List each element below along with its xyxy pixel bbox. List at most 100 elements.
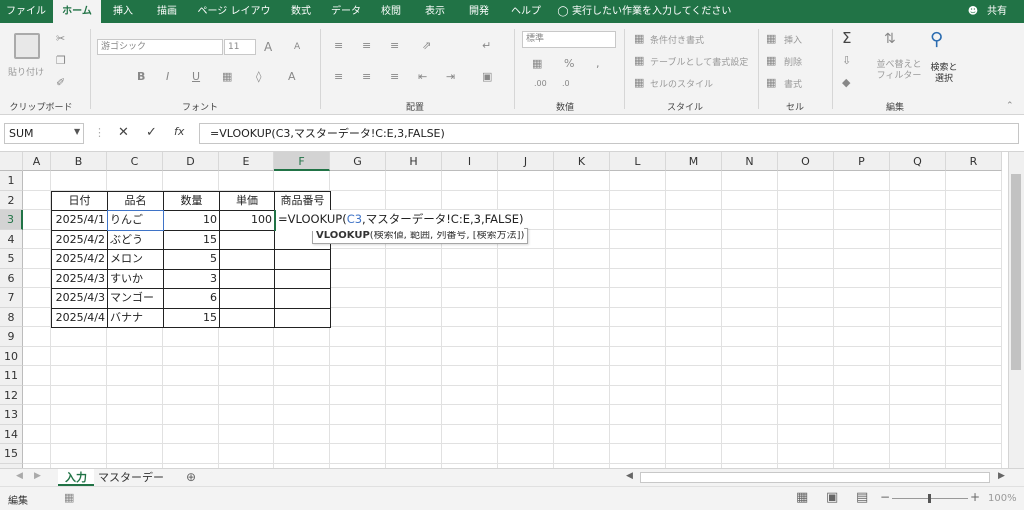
tab-developer[interactable]: 開発 bbox=[462, 0, 496, 23]
increase-indent-icon[interactable]: ⇥ bbox=[446, 70, 455, 83]
grid-cell[interactable] bbox=[23, 249, 51, 269]
font-color-icon[interactable]: A bbox=[288, 70, 296, 83]
grid-cell[interactable] bbox=[722, 210, 778, 230]
grid-cell[interactable] bbox=[23, 385, 51, 405]
sort-filter-button[interactable]: 並べ替えと フィルター bbox=[876, 60, 922, 82]
tab-file[interactable]: ファイル bbox=[4, 0, 48, 23]
header-date[interactable]: 日付 bbox=[51, 190, 108, 211]
grid-cell[interactable] bbox=[107, 385, 163, 405]
grid-cell[interactable] bbox=[330, 385, 386, 405]
cell-styles-button[interactable]: セルのスタイル bbox=[650, 77, 713, 90]
decrease-font-icon[interactable]: A bbox=[294, 42, 300, 52]
wrap-text-icon[interactable]: ↵ bbox=[482, 39, 491, 52]
page-layout-view-icon[interactable]: ▣ bbox=[826, 490, 838, 505]
grid-cell[interactable] bbox=[946, 288, 1002, 308]
grid-cell[interactable] bbox=[107, 346, 163, 366]
cell-product-no[interactable] bbox=[274, 249, 331, 270]
grid-cell[interactable] bbox=[722, 268, 778, 288]
grid-cell[interactable] bbox=[51, 346, 107, 366]
grid-cell[interactable] bbox=[498, 327, 554, 347]
grid-cell[interactable] bbox=[274, 385, 330, 405]
grid-cell[interactable] bbox=[890, 249, 946, 269]
grid-cell[interactable] bbox=[498, 346, 554, 366]
grid-cell[interactable] bbox=[330, 424, 386, 444]
grid-cell[interactable] bbox=[610, 444, 666, 464]
orientation-icon[interactable]: ⇗ bbox=[422, 39, 431, 52]
grid-cell[interactable] bbox=[610, 424, 666, 444]
tab-help[interactable]: ヘルプ bbox=[506, 0, 546, 23]
grid-cell[interactable] bbox=[51, 385, 107, 405]
grid-cell[interactable] bbox=[442, 424, 498, 444]
grid-cell[interactable] bbox=[890, 444, 946, 464]
grid-cell[interactable] bbox=[442, 190, 498, 210]
grid-cell[interactable] bbox=[274, 444, 330, 464]
format-painter-icon[interactable]: ✐ bbox=[56, 76, 65, 89]
percent-button[interactable]: % bbox=[564, 57, 574, 70]
grid-cell[interactable] bbox=[946, 424, 1002, 444]
worksheet-grid[interactable]: ABCDEFGHIJKLMNOPQR1234567891011121314151… bbox=[0, 152, 1024, 468]
sort-filter-icon[interactable]: ⇅ bbox=[884, 31, 896, 47]
grid-cell[interactable] bbox=[23, 268, 51, 288]
cell-product-no[interactable] bbox=[274, 268, 331, 289]
grid-cell[interactable] bbox=[442, 385, 498, 405]
grid-cell[interactable] bbox=[610, 288, 666, 308]
vertical-scrollbar-thumb[interactable] bbox=[1011, 174, 1021, 370]
grid-cell[interactable] bbox=[442, 444, 498, 464]
grid-cell[interactable] bbox=[554, 190, 610, 210]
column-header[interactable]: G bbox=[330, 152, 386, 171]
grid-cell[interactable] bbox=[330, 366, 386, 386]
grid-cell[interactable] bbox=[554, 385, 610, 405]
grid-cell[interactable] bbox=[386, 171, 442, 191]
header-qty[interactable]: 数量 bbox=[163, 190, 220, 211]
grid-cell[interactable] bbox=[386, 366, 442, 386]
grid-cell[interactable] bbox=[666, 249, 722, 269]
grid-cell[interactable] bbox=[442, 405, 498, 425]
grid-cell[interactable] bbox=[386, 268, 442, 288]
cell-item[interactable]: バナナ bbox=[107, 307, 164, 328]
grid-cell[interactable] bbox=[554, 210, 610, 230]
grid-cell[interactable] bbox=[834, 307, 890, 327]
grid-cell[interactable] bbox=[51, 405, 107, 425]
cell-date[interactable]: 2025/4/2 bbox=[51, 249, 108, 270]
grid-cell[interactable] bbox=[23, 171, 51, 191]
grid-cell[interactable] bbox=[666, 424, 722, 444]
grid-cell[interactable] bbox=[442, 346, 498, 366]
column-header[interactable]: M bbox=[666, 152, 722, 171]
fill-icon[interactable]: ⇩ bbox=[842, 54, 851, 67]
header-item[interactable]: 品名 bbox=[107, 190, 164, 211]
hscroll-right-icon[interactable]: ▶ bbox=[998, 471, 1005, 481]
row-header[interactable]: 13 bbox=[0, 405, 23, 425]
grid-cell[interactable] bbox=[890, 405, 946, 425]
merge-center-icon[interactable]: ▣ bbox=[482, 70, 492, 83]
delete-cells-button[interactable]: 削除 bbox=[784, 55, 802, 68]
row-header[interactable]: 4 bbox=[0, 229, 23, 249]
grid-cell[interactable] bbox=[554, 229, 610, 249]
font-name-select[interactable]: 游ゴシック bbox=[97, 39, 223, 55]
chevron-down-icon[interactable]: ▼ bbox=[74, 127, 80, 136]
zoom-out-icon[interactable]: − bbox=[880, 490, 890, 504]
grid-cell[interactable] bbox=[163, 405, 219, 425]
italic-button[interactable]: I bbox=[166, 70, 169, 83]
collapse-ribbon-icon[interactable]: ⌃ bbox=[1006, 101, 1014, 111]
grid-cell[interactable] bbox=[554, 327, 610, 347]
decrease-indent-icon[interactable]: ⇤ bbox=[418, 70, 427, 83]
grid-cell[interactable] bbox=[778, 366, 834, 386]
cell-qty[interactable]: 6 bbox=[163, 288, 220, 309]
grid-cell[interactable] bbox=[23, 190, 51, 210]
grid-cell[interactable] bbox=[274, 366, 330, 386]
share-button[interactable]: 共有 bbox=[982, 0, 1012, 23]
insert-cells-button[interactable]: 挿入 bbox=[784, 33, 802, 46]
grid-cell[interactable] bbox=[666, 171, 722, 191]
tab-draw[interactable]: 描画 bbox=[150, 0, 184, 23]
column-header[interactable]: K bbox=[554, 152, 610, 171]
zoom-slider-thumb[interactable] bbox=[928, 494, 931, 503]
grid-cell[interactable] bbox=[330, 346, 386, 366]
grid-cell[interactable] bbox=[219, 444, 274, 464]
column-header[interactable]: R bbox=[946, 152, 1002, 171]
grid-cell[interactable] bbox=[23, 405, 51, 425]
grid-cell[interactable] bbox=[890, 366, 946, 386]
grid-cell[interactable] bbox=[498, 268, 554, 288]
grid-cell[interactable] bbox=[386, 190, 442, 210]
grid-cell[interactable] bbox=[330, 288, 386, 308]
cell-qty[interactable]: 3 bbox=[163, 268, 220, 289]
